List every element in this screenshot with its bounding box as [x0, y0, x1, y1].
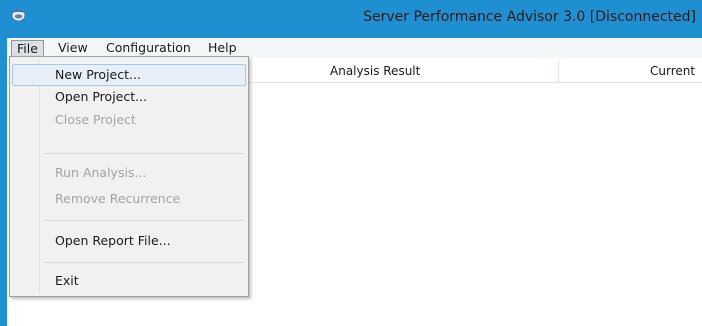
menu-bar: File View Configuration Help	[7, 38, 702, 58]
menu-item-run-analysis: Run Analysis...	[55, 165, 147, 180]
app-window: Server Performance Advisor 3.0 [Disconne…	[0, 0, 702, 326]
menu-help[interactable]: Help	[203, 40, 242, 57]
menu-item-remove-recurrence: Remove Recurrence	[55, 191, 181, 206]
file-menu-dropdown: New Project... Open Project... Close Pro…	[9, 56, 249, 297]
menu-configuration[interactable]: Configuration	[101, 40, 196, 57]
column-separator[interactable]	[558, 61, 559, 83]
menu-item-exit[interactable]: Exit	[12, 271, 246, 293]
column-header-current[interactable]: Current	[650, 64, 695, 78]
menu-item-open-project[interactable]: Open Project...	[12, 87, 246, 109]
column-header-analysis-result[interactable]: Analysis Result	[330, 64, 420, 78]
menu-item-close-project: Close Project	[55, 112, 136, 127]
app-icon[interactable]	[11, 7, 26, 22]
menu-separator	[44, 153, 244, 154]
menu-separator	[44, 262, 244, 263]
menu-separator	[44, 220, 244, 221]
menu-item-open-report-file[interactable]: Open Report File...	[12, 231, 246, 253]
menu-view[interactable]: View	[53, 40, 93, 57]
title-bar[interactable]: Server Performance Advisor 3.0 [Disconne…	[0, 0, 702, 38]
menu-item-new-project[interactable]: New Project...	[12, 64, 246, 86]
window-title: Server Performance Advisor 3.0 [Disconne…	[363, 9, 696, 25]
menu-file[interactable]: File	[11, 40, 44, 57]
